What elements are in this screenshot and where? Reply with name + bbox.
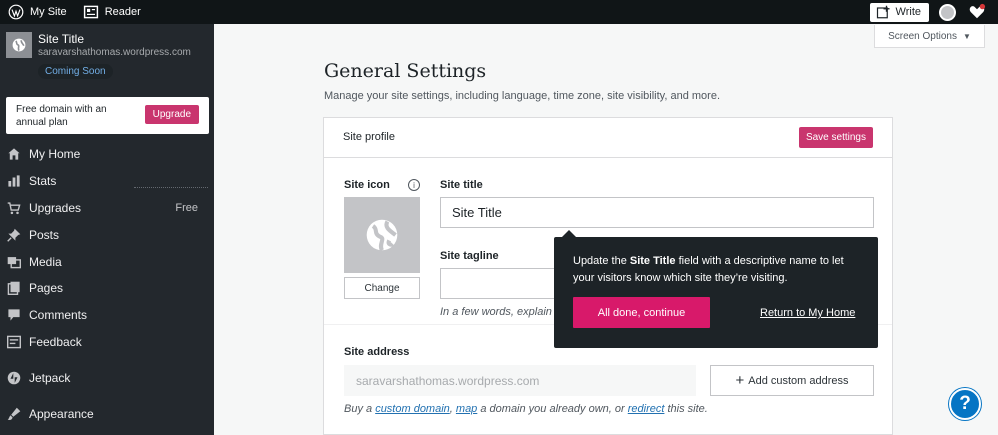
site-icon-label: Site icon: [344, 179, 390, 191]
sidebar-item-label: Stats: [29, 174, 57, 189]
sidebar-item-feedback[interactable]: Feedback: [0, 329, 214, 356]
sidebar-item-label: My Home: [29, 147, 81, 162]
info-icon[interactable]: i: [408, 179, 420, 191]
sidebar-item-comments[interactable]: Comments: [0, 302, 214, 329]
site-address-label: Site address: [344, 346, 410, 358]
address-hint-middle: a domain you already own, or: [477, 403, 628, 415]
wordpress-logo-icon: [8, 4, 24, 20]
sidebar-item-label: Pages: [29, 281, 64, 296]
sidebar-item-label: Appearance: [29, 406, 94, 421]
sidebar-item-label: Posts: [29, 227, 60, 242]
address-hint-suffix: this site.: [664, 403, 708, 415]
page-title: General Settings: [324, 60, 487, 82]
sidebar-item-media[interactable]: Media: [0, 248, 214, 275]
sidebar: Site Title saravarshathomas.wordpress.co…: [0, 24, 214, 435]
site-info: Site Title saravarshathomas.wordpress.co…: [38, 32, 191, 79]
sidebar-item-label: Comments: [29, 308, 88, 323]
masterbar: My Site Reader Write: [0, 0, 998, 24]
avatar[interactable]: [939, 3, 956, 21]
reader-icon: [83, 5, 98, 19]
pin-icon: [7, 228, 21, 242]
address-hint-prefix: Buy a: [344, 403, 376, 415]
map-link[interactable]: map: [456, 403, 477, 415]
sidebar-item-stats[interactable]: Stats: [0, 168, 214, 195]
sidebar-item-upgrades[interactable]: Upgrades Free: [0, 195, 214, 222]
screen-options-label: Screen Options: [888, 30, 957, 42]
address-hint: Buy a custom domain, map a domain you al…: [344, 403, 708, 415]
coming-soon-badge: Coming Soon: [38, 64, 113, 79]
caret-down-icon: ▼: [963, 31, 971, 41]
sidebar-nav: My Home Stats Upgrades Free Posts Media …: [0, 141, 214, 427]
redirect-link[interactable]: redirect: [628, 403, 665, 415]
appearance-icon: [7, 407, 21, 420]
custom-domain-link[interactable]: custom domain: [375, 403, 450, 415]
media-icon: [7, 256, 21, 268]
plus-icon: +: [735, 372, 745, 389]
sidebar-item-my-home[interactable]: My Home: [0, 141, 214, 168]
pages-icon: [7, 282, 20, 296]
onboarding-tooltip: Update the Site Title field with a descr…: [554, 230, 878, 348]
tooltip-text-pre: Update the: [573, 255, 630, 267]
upgrades-free-badge: Free: [175, 201, 198, 214]
my-site-label: My Site: [30, 6, 67, 18]
cart-icon: [7, 202, 21, 215]
reader-label: Reader: [104, 6, 141, 18]
sidebar-item-label: Jetpack: [29, 370, 71, 385]
help-button[interactable]: ?: [949, 388, 981, 420]
screen-options-button[interactable]: Screen Options ▼: [874, 25, 985, 48]
sidebar-site-url: saravarshathomas.wordpress.com: [38, 47, 191, 58]
tooltip-message: Update the Site Title field with a descr…: [573, 253, 863, 287]
sidebar-item-appearance[interactable]: Appearance: [0, 400, 214, 427]
my-site-link[interactable]: My Site: [0, 0, 75, 24]
site-globe-icon: [6, 32, 32, 58]
add-custom-address-button[interactable]: + Add custom address: [710, 365, 874, 396]
write-label: Write: [895, 6, 921, 18]
site-tagline-label: Site tagline: [440, 250, 499, 262]
sidebar-divider: [134, 187, 208, 188]
tagline-hint: In a few words, explain: [440, 306, 552, 318]
sidebar-item-pages[interactable]: Pages: [0, 275, 214, 302]
sidebar-item-jetpack[interactable]: Jetpack: [0, 364, 214, 391]
jetpack-icon: [7, 371, 21, 385]
comments-icon: [8, 309, 20, 321]
upsell-text: Free domain with an annual plan: [16, 103, 107, 128]
return-to-my-home-link[interactable]: Return to My Home: [760, 307, 855, 319]
site-switcher[interactable]: Site Title saravarshathomas.wordpress.co…: [0, 24, 214, 86]
write-button[interactable]: Write: [869, 2, 929, 22]
write-icon: [876, 5, 890, 18]
feedback-icon: [7, 335, 21, 349]
change-site-icon-button[interactable]: Change: [344, 277, 420, 299]
reader-link[interactable]: Reader: [75, 0, 149, 24]
globe-icon: [366, 219, 398, 252]
site-title-input[interactable]: Site Title: [440, 197, 874, 228]
page-subtitle: Manage your site settings, including lan…: [324, 90, 721, 102]
card-header: Site profile Save settings: [324, 118, 892, 158]
site-title-label: Site title: [440, 179, 483, 191]
site-icon-preview[interactable]: [344, 197, 420, 273]
tooltip-text-bold: Site Title: [629, 255, 676, 267]
add-custom-address-label: Add custom address: [748, 374, 849, 387]
all-done-continue-button[interactable]: All done, continue: [573, 297, 710, 328]
upsell-banner: Free domain with an annual plan Upgrade: [6, 97, 209, 134]
sidebar-item-label: Feedback: [29, 334, 82, 349]
masterbar-right: Write: [869, 0, 998, 24]
sidebar-site-title: Site Title: [38, 32, 85, 46]
save-settings-button[interactable]: Save settings: [798, 127, 873, 148]
home-icon: [8, 148, 20, 160]
sidebar-item-posts[interactable]: Posts: [0, 221, 214, 248]
stats-icon: [8, 175, 20, 187]
site-address-input: saravarshathomas.wordpress.com: [344, 365, 696, 396]
sidebar-item-label: Media: [29, 254, 62, 269]
notifications-icon[interactable]: [968, 3, 986, 21]
card-header-title: Site profile: [343, 131, 395, 143]
upgrade-button[interactable]: Upgrade: [144, 105, 199, 124]
sidebar-item-label: Upgrades: [29, 200, 82, 215]
